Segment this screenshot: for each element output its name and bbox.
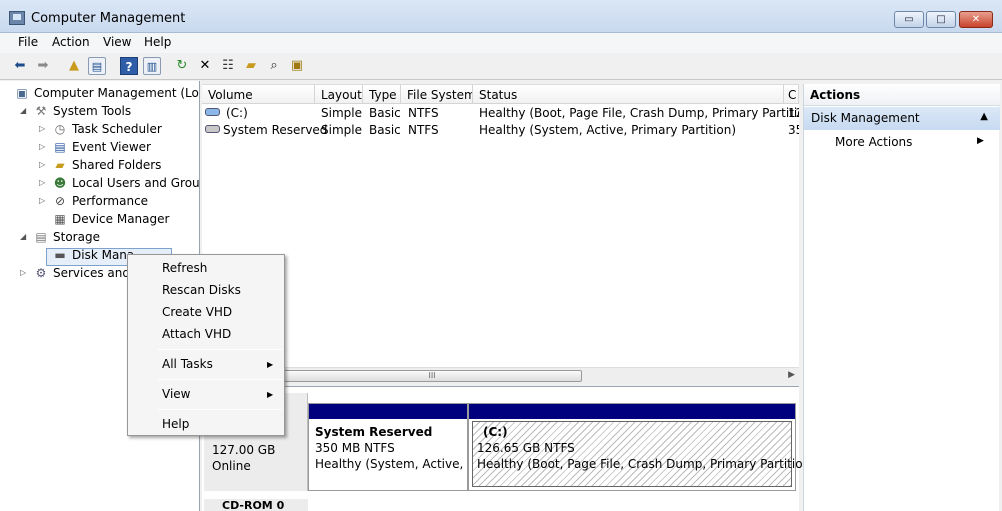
menu-separator: [158, 409, 282, 410]
search-disk-icon[interactable]: ⌕: [265, 57, 283, 75]
menu-separator: [158, 379, 282, 380]
tree-item-device-manager[interactable]: ▦ Device Manager: [0, 210, 199, 228]
users-icon: ☻: [53, 176, 67, 190]
menu-separator: [158, 349, 282, 350]
column-header-volume[interactable]: Volume: [202, 85, 315, 104]
minimize-button[interactable]: ▭: [894, 11, 924, 28]
menu-file[interactable]: File: [18, 35, 38, 49]
tools-icon: ⚒: [35, 104, 47, 118]
properties-icon[interactable]: ☷: [219, 57, 237, 75]
disk-properties-icon[interactable]: ▣: [288, 57, 306, 75]
expand-arrow-icon[interactable]: ▷: [39, 142, 45, 151]
close-icon: ✕: [971, 14, 981, 25]
column-header-capacity[interactable]: C: [784, 85, 799, 104]
computer-icon: ▣: [16, 86, 28, 100]
menu-action[interactable]: Action: [52, 35, 90, 49]
open-folder-icon[interactable]: ▰: [242, 57, 260, 75]
tree-item-task-scheduler[interactable]: ▷ ◷ Task Scheduler: [0, 120, 199, 138]
context-item-rescan-disks[interactable]: Rescan Disks: [162, 283, 241, 297]
table-row[interactable]: System Reserved Simple Basic NTFS Health…: [202, 122, 799, 139]
submenu-arrow-icon: ▶: [977, 136, 984, 146]
actions-section-disk-management[interactable]: Disk Management ▲: [804, 107, 1000, 130]
help-icon[interactable]: ?: [120, 57, 138, 75]
partition-c-drive[interactable]: (C:) 126.65 GB NTFS Healthy (Boot, Page …: [468, 403, 815, 491]
tree-item-shared-folders[interactable]: ▷ ▰ Shared Folders: [0, 156, 199, 174]
clock-icon: ◷: [54, 122, 66, 136]
context-item-create-vhd[interactable]: Create VHD: [162, 305, 232, 319]
delete-icon[interactable]: ✕: [196, 57, 214, 75]
partition-bar: [469, 404, 795, 419]
actions-pane: Actions Disk Management ▲ More Actions ▶: [803, 84, 1000, 511]
partition-system-reserved[interactable]: System Reserved 350 MB NTFS Healthy (Sys…: [308, 403, 468, 491]
column-header-status[interactable]: Status: [473, 85, 784, 104]
device-manager-icon: ▦: [54, 212, 66, 226]
submenu-arrow-icon: ▶: [267, 360, 274, 369]
services-icon: ⚙: [35, 266, 47, 280]
cdrom-disk-label[interactable]: CD-ROM 0: [204, 499, 308, 511]
context-item-help[interactable]: Help: [162, 417, 189, 431]
performance-icon: ⊘: [54, 194, 66, 208]
tree-item-performance[interactable]: ▷ ⊘ Performance: [0, 192, 199, 210]
expand-arrow-icon[interactable]: ▷: [39, 178, 45, 187]
maximize-icon: □: [936, 14, 946, 25]
maximize-button[interactable]: □: [926, 11, 956, 28]
computer-management-icon: [9, 11, 25, 25]
refresh-icon[interactable]: ↻: [173, 57, 191, 75]
tree-item-system-tools[interactable]: ◢ ⚒ System Tools: [0, 102, 199, 120]
disk-state: Online: [212, 459, 251, 473]
show-hide-action-pane-icon[interactable]: ▥: [143, 57, 161, 75]
scrollbar-thumb[interactable]: III: [282, 370, 582, 382]
show-hide-tree-icon[interactable]: ▤: [88, 57, 106, 75]
expand-arrow-icon[interactable]: ▷: [39, 124, 45, 133]
up-folder-icon[interactable]: ▲: [65, 57, 83, 75]
volume-icon: [205, 125, 220, 133]
more-actions-item[interactable]: More Actions: [835, 135, 912, 149]
volume-list-header: Volume Layout Type File System Status C: [202, 85, 799, 104]
volume-icon: [205, 108, 220, 116]
column-header-file-system[interactable]: File System: [401, 85, 473, 104]
volume-list: Volume Layout Type File System Status C …: [202, 84, 799, 384]
tree-item-event-viewer[interactable]: ▷ ▤ Event Viewer: [0, 138, 199, 156]
menu-view[interactable]: View: [103, 35, 131, 49]
forward-arrow-icon[interactable]: ➡: [34, 57, 52, 75]
column-header-type[interactable]: Type: [363, 85, 401, 104]
tree-item-storage[interactable]: ◢ ▤ Storage: [0, 228, 199, 246]
disk-graphical-view: 127.00 GB Online System Reserved 350 MB …: [202, 386, 815, 511]
context-item-refresh[interactable]: Refresh: [162, 261, 207, 275]
context-item-attach-vhd[interactable]: Attach VHD: [162, 327, 231, 341]
partition-bar: [309, 404, 467, 419]
collapse-up-icon[interactable]: ▲: [980, 111, 988, 122]
context-item-view[interactable]: View: [162, 387, 190, 401]
tree-item-computer-management[interactable]: ▣ Computer Management (Local: [0, 84, 199, 102]
menu-help[interactable]: Help: [144, 35, 171, 49]
column-header-layout[interactable]: Layout: [315, 85, 363, 104]
minimize-icon: ▭: [904, 14, 914, 25]
expand-arrow-icon[interactable]: ▷: [39, 196, 45, 205]
scroll-right-icon[interactable]: ▶: [788, 370, 795, 380]
context-menu: Refresh Rescan Disks Create VHD Attach V…: [127, 254, 285, 436]
menu-bar: File Action View Help: [0, 33, 1002, 53]
close-button[interactable]: ✕: [959, 11, 993, 28]
actions-header: Actions: [804, 84, 1000, 106]
disk-size: 127.00 GB: [212, 443, 276, 457]
table-row[interactable]: (C:) Simple Basic NTFS Healthy (Boot, Pa…: [202, 105, 799, 122]
horizontal-scrollbar[interactable]: III ▶: [202, 367, 799, 384]
expand-arrow-icon[interactable]: ▷: [20, 268, 26, 277]
submenu-arrow-icon: ▶: [267, 390, 274, 399]
collapse-arrow-icon[interactable]: ◢: [20, 232, 26, 241]
disk-management-icon: ▬: [54, 248, 66, 262]
toolbar: ⬅ ➡ ▲ ▤ ? ▥ ↻ ✕ ☷ ▰ ⌕ ▣: [0, 53, 1002, 80]
title-bar: Computer Management ▭ □ ✕: [0, 0, 1002, 33]
tree-item-local-users[interactable]: ▷ ☻ Local Users and Groups: [0, 174, 199, 192]
window-title: Computer Management: [31, 11, 186, 26]
storage-icon: ▤: [35, 230, 47, 244]
collapse-arrow-icon[interactable]: ◢: [20, 106, 26, 115]
context-item-all-tasks[interactable]: All Tasks: [162, 357, 213, 371]
event-viewer-icon: ▤: [54, 140, 66, 154]
shared-folder-icon: ▰: [55, 158, 65, 172]
back-arrow-icon[interactable]: ⬅: [11, 57, 29, 75]
expand-arrow-icon[interactable]: ▷: [39, 160, 45, 169]
